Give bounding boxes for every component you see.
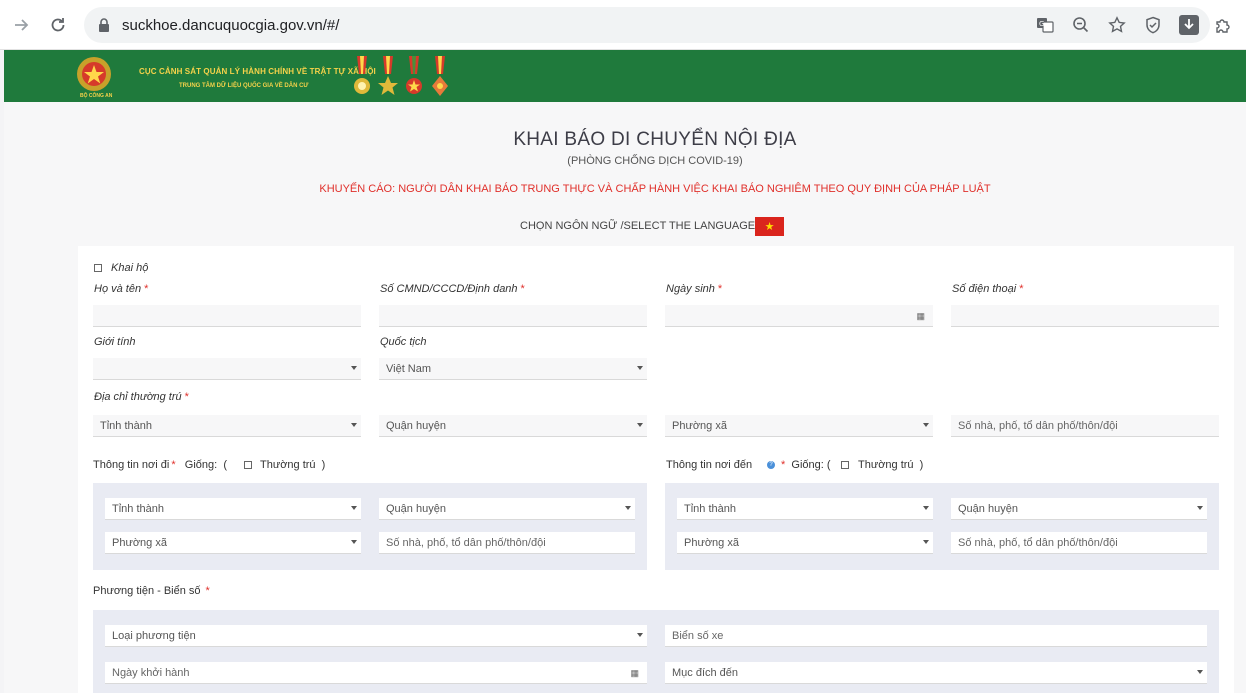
quoc-tich-value: Việt Nam: [386, 362, 432, 375]
bien-so-xe-input[interactable]: [665, 625, 1207, 647]
cmnd-label: Số CMND/CCCD/Định danh *: [380, 283, 525, 295]
warning-notice: KHUYẾN CÁO: NGƯỜI DÂN KHAI BÁO TRUNG THỰ…: [319, 183, 991, 195]
noi-di-phuong-xa-select[interactable]: Phường xã: [105, 532, 361, 554]
noi-di-panel: [93, 483, 647, 570]
noi-di-thuong-tru-label: Thường trú ): [260, 459, 326, 471]
noi-den-phuong-xa-select[interactable]: Phường xã: [677, 532, 933, 554]
ngay-khoi-hanh-input[interactable]: ▦: [105, 662, 647, 684]
medal-decorations: [352, 56, 450, 98]
chevron-down-icon: [923, 423, 929, 427]
chevron-down-icon: [923, 540, 929, 544]
noi-den-tinh-thanh-select[interactable]: Tỉnh thành: [677, 498, 933, 520]
reload-icon[interactable]: [45, 12, 71, 38]
chevron-down-icon: [923, 506, 929, 510]
page-content: KHAI BÁO DI CHUYỂN NỘI ĐỊA (PHÒNG CHỐNG …: [4, 102, 1246, 693]
quoc-tich-label: Quốc tịch: [380, 336, 427, 348]
noi-di-quan-huyen-select[interactable]: Quận huyện: [379, 498, 635, 520]
chevron-down-icon: [637, 423, 643, 427]
forward-icon[interactable]: [8, 12, 34, 38]
tinh-thanh-select[interactable]: Tỉnh thành: [93, 415, 361, 437]
ho-ten-input[interactable]: [93, 305, 361, 327]
noi-den-header: Thông tin nơi đến: [666, 459, 753, 471]
chevron-down-icon: [351, 540, 357, 544]
address-bar[interactable]: suckhoe.dancuquocgia.gov.vn/#/ G: [84, 7, 1210, 43]
noi-den-thuong-tru-checkbox[interactable]: [841, 461, 849, 469]
noi-den-panel: [665, 483, 1219, 570]
phuong-xa-select[interactable]: Phường xã: [665, 415, 933, 437]
police-emblem-logo[interactable]: [72, 54, 116, 98]
flag-star-icon: ★: [764, 221, 775, 233]
svg-text:G: G: [1039, 20, 1044, 28]
so-dien-thoai-label: Số điện thoại *: [952, 283, 1024, 295]
declaration-form: Khai hộ Họ và tên * Số CMND/CCCD/Định dan…: [78, 246, 1234, 693]
gioi-tinh-select[interactable]: [93, 358, 361, 380]
ho-ten-label: Họ và tên *: [94, 283, 149, 295]
shield-icon[interactable]: [1140, 13, 1166, 37]
url-text[interactable]: suckhoe.dancuquocgia.gov.vn/#/: [122, 17, 339, 34]
chevron-down-icon: [637, 633, 643, 637]
cmnd-input[interactable]: [379, 305, 647, 327]
page-subtitle: (PHÒNG CHỐNG DỊCH COVID-19): [567, 155, 743, 167]
chevron-down-icon: [1197, 506, 1203, 510]
ngay-sinh-input[interactable]: ▦: [665, 305, 933, 327]
noi-di-tinh-thanh-select[interactable]: Tỉnh thành: [105, 498, 361, 520]
medal-icon: [432, 56, 448, 96]
logo-caption: BỘ CÔNG AN: [80, 93, 113, 99]
organization-name: CỤC CẢNH SÁT QUẢN LÝ HÀNH CHÍNH VỀ TRẬT …: [139, 67, 376, 76]
bookmark-star-icon[interactable]: [1104, 13, 1130, 37]
language-label: CHỌN NGÔN NGỮ /SELECT THE LANGUAGE:: [520, 220, 759, 232]
lock-icon[interactable]: [96, 16, 112, 34]
noi-den-quan-huyen-select[interactable]: Quận huyện: [951, 498, 1207, 520]
noi-di-thuong-tru-checkbox[interactable]: [244, 461, 252, 469]
so-nha-input[interactable]: [951, 415, 1219, 437]
noi-di-so-nha-input[interactable]: [379, 532, 635, 554]
medal-icon: [378, 56, 398, 95]
download-icon[interactable]: [1176, 13, 1202, 37]
khai-ho-label: Khai hộ: [111, 262, 149, 274]
noi-di-header: Thông tin nơi đi * Giống: (: [93, 459, 227, 471]
page-title: KHAI BÁO DI CHUYỂN NỘI ĐỊA: [513, 129, 797, 150]
chevron-down-icon: [1197, 670, 1203, 674]
chevron-down-icon: [351, 506, 357, 510]
vietnam-flag-button[interactable]: ★: [755, 217, 784, 236]
zoom-out-icon[interactable]: [1068, 13, 1094, 37]
chevron-down-icon: [351, 423, 357, 427]
organization-subname: TRUNG TÂM DỮ LIỆU QUỐC GIA VỀ DÂN CƯ: [179, 83, 309, 89]
calendar-icon[interactable]: ▦: [630, 668, 639, 679]
chevron-down-icon: [625, 506, 631, 510]
medal-icon: [406, 56, 422, 94]
info-icon[interactable]: ?: [767, 461, 775, 469]
gioi-tinh-label: Giới tính: [94, 336, 136, 348]
ngay-sinh-label: Ngày sinh *: [666, 283, 723, 295]
dia-chi-label: Địa chỉ thường trú *: [94, 391, 189, 403]
noi-den-so-nha-input[interactable]: [951, 532, 1207, 554]
so-dien-thoai-input[interactable]: [951, 305, 1219, 327]
translate-icon[interactable]: G: [1032, 13, 1058, 37]
calendar-icon[interactable]: ▦: [916, 311, 925, 322]
muc-dich-den-select[interactable]: Mục đích đến: [665, 662, 1207, 684]
noi-den-required: * Giống: (: [781, 459, 831, 471]
chevron-down-icon: [351, 366, 357, 370]
quan-huyen-select[interactable]: Quận huyện: [379, 415, 647, 437]
phuong-tien-header: Phương tiện - Biển số *: [93, 585, 210, 597]
khai-ho-checkbox[interactable]: [94, 264, 102, 272]
noi-den-thuong-tru-label: Thường trú ): [858, 459, 924, 471]
medal-icon: [354, 56, 370, 94]
loai-phuong-tien-select[interactable]: Loại phương tiện: [105, 625, 647, 647]
chevron-down-icon: [637, 366, 643, 370]
extensions-puzzle-icon[interactable]: [1210, 12, 1236, 38]
browser-toolbar: suckhoe.dancuquocgia.gov.vn/#/ G: [0, 0, 1246, 50]
site-header-banner: BỘ CÔNG AN CỤC CẢNH SÁT QUẢN LÝ HÀNH CHÍ…: [4, 50, 1246, 102]
quoc-tich-select[interactable]: Việt Nam: [379, 358, 647, 380]
